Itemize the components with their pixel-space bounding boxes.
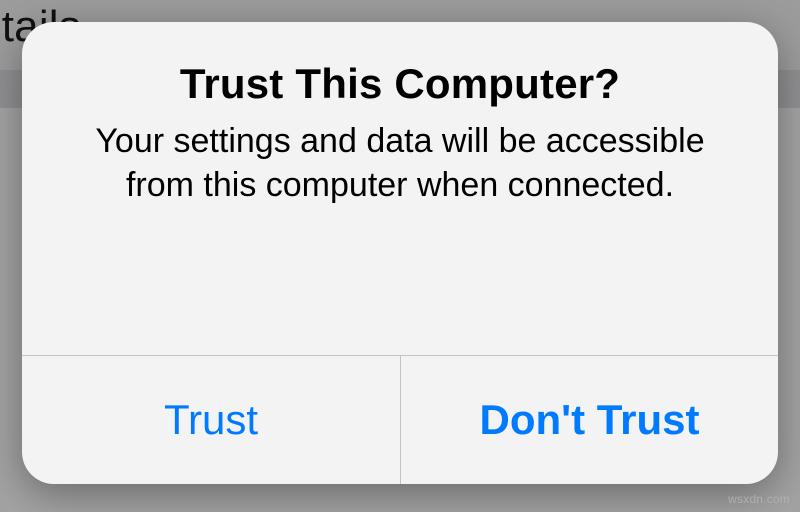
trust-computer-alert: Trust This Computer? Your settings and d… (22, 22, 778, 484)
alert-content: Trust This Computer? Your settings and d… (22, 22, 778, 355)
trust-button[interactable]: Trust (22, 356, 400, 484)
alert-message: Your settings and data will be accessibl… (74, 120, 726, 207)
alert-button-row: Trust Don't Trust (22, 355, 778, 484)
screen: e Details Trust This Computer? Your sett… (0, 0, 800, 512)
alert-title: Trust This Computer? (74, 60, 726, 108)
dont-trust-button[interactable]: Don't Trust (400, 356, 778, 484)
watermark: wsxdn.com (728, 492, 790, 506)
